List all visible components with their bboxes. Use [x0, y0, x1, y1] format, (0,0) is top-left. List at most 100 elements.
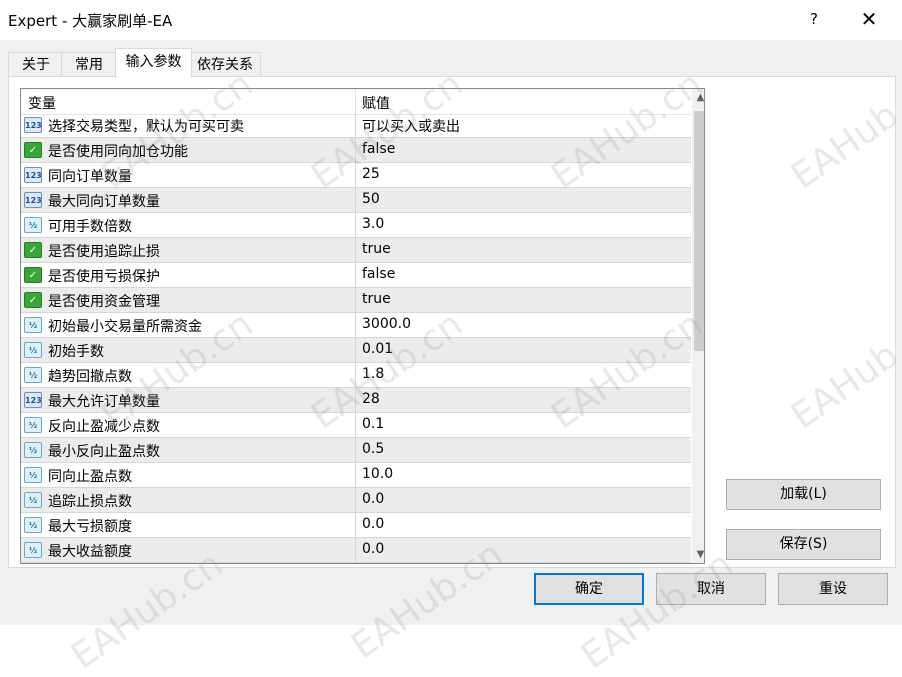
parameter-name: 最大同向订单数量: [48, 194, 160, 210]
parameter-value[interactable]: false: [362, 266, 395, 282]
parameter-name: 同向订单数量: [48, 169, 132, 185]
cell-divider: [355, 463, 356, 488]
help-button[interactable]: ?: [800, 4, 828, 34]
save-button[interactable]: 保存(S): [726, 529, 881, 560]
parameter-value[interactable]: 0.01: [362, 341, 393, 357]
close-button[interactable]: ✕: [852, 4, 886, 34]
parameter-row[interactable]: ½ 可用手数倍数 3.0: [21, 213, 691, 238]
title-bar: Expert - 大赢家刷单-EA ? ✕: [0, 0, 902, 40]
parameter-name: 反向止盈减少点数: [48, 419, 160, 435]
column-divider[interactable]: [355, 89, 356, 114]
cell-divider: [355, 213, 356, 238]
parameter-value[interactable]: 25: [362, 166, 380, 182]
parameter-name: 是否使用资金管理: [48, 294, 160, 310]
tab-inputs[interactable]: 输入参数: [115, 48, 192, 78]
tab-about[interactable]: 关于: [8, 52, 64, 77]
parameter-value[interactable]: false: [362, 141, 395, 157]
parameter-row[interactable]: ½ 同向止盈点数 10.0: [21, 463, 691, 488]
parameter-value[interactable]: true: [362, 241, 391, 257]
tab-dependencies[interactable]: 依存关系: [189, 52, 261, 77]
parameter-name: 追踪止损点数: [48, 494, 132, 510]
load-button[interactable]: 加载(L): [726, 479, 881, 510]
parameter-row[interactable]: ½ 反向止盈减少点数 0.1: [21, 413, 691, 438]
parameter-row[interactable]: ½ 初始手数 0.01: [21, 338, 691, 363]
parameter-row[interactable]: ✓ 是否使用亏损保护 false: [21, 263, 691, 288]
parameter-row[interactable]: 123 选择交易类型，默认为可买可卖 可以买入或卖出: [21, 113, 691, 138]
parameter-value[interactable]: 50: [362, 191, 380, 207]
parameter-name: 最大收益额度: [48, 544, 132, 560]
variable-column-header[interactable]: 变量: [28, 93, 56, 113]
parameter-name: 最大允许订单数量: [48, 394, 160, 410]
parameter-name: 选择交易类型，默认为可买可卖: [48, 119, 244, 135]
bool-icon: ✓: [24, 267, 42, 283]
parameter-name: 是否使用追踪止损: [48, 244, 160, 260]
parameter-row[interactable]: ½ 趋势回撤点数 1.8: [21, 363, 691, 388]
double-icon: ½: [24, 442, 42, 458]
ok-button[interactable]: 确定: [534, 573, 644, 605]
bool-icon: ✓: [24, 142, 42, 158]
parameter-row[interactable]: 123 同向订单数量 25: [21, 163, 691, 188]
cell-divider: [355, 338, 356, 363]
int-icon: 123: [24, 167, 42, 183]
int-icon: 123: [24, 192, 42, 208]
scroll-down-icon[interactable]: ▼: [692, 546, 704, 563]
bool-icon: ✓: [24, 292, 42, 308]
cancel-button[interactable]: 取消: [656, 573, 766, 605]
parameter-row[interactable]: ½ 初始最小交易量所需资金 3000.0: [21, 313, 691, 338]
parameter-row[interactable]: ✓ 是否使用资金管理 true: [21, 288, 691, 313]
cell-divider: [355, 263, 356, 288]
parameter-row[interactable]: ½ 最大收益额度 0.0: [21, 538, 691, 563]
cell-divider: [355, 238, 356, 263]
parameter-row[interactable]: ✓ 是否使用同向加仓功能 false: [21, 138, 691, 163]
parameters-grid: 变量 赋值 123 选择交易类型，默认为可买可卖 可以买入或卖出 ✓ 是否使用同向加仓功…: [20, 88, 705, 564]
parameter-value[interactable]: 0.5: [362, 441, 384, 457]
cell-divider: [355, 438, 356, 463]
parameter-value[interactable]: 0.0: [362, 541, 384, 557]
parameter-name: 最大亏损额度: [48, 519, 132, 535]
double-icon: ½: [24, 542, 42, 558]
int-icon: 123: [24, 392, 42, 408]
cell-divider: [355, 288, 356, 313]
cell-divider: [355, 113, 356, 138]
double-icon: ½: [24, 317, 42, 333]
parameter-value[interactable]: 10.0: [362, 466, 393, 482]
tab-common[interactable]: 常用: [61, 52, 117, 77]
parameter-value[interactable]: 0.0: [362, 491, 384, 507]
vertical-scrollbar[interactable]: ▲ ▼: [692, 89, 704, 563]
cell-divider: [355, 313, 356, 338]
parameter-name: 初始手数: [48, 344, 104, 360]
parameter-value[interactable]: 28: [362, 391, 380, 407]
parameter-rows: 123 选择交易类型，默认为可买可卖 可以买入或卖出 ✓ 是否使用同向加仓功能 false…: [21, 113, 691, 563]
double-icon: ½: [24, 492, 42, 508]
parameter-row[interactable]: ✓ 是否使用追踪止损 true: [21, 238, 691, 263]
parameter-value[interactable]: 可以买入或卖出: [362, 116, 460, 136]
parameter-value[interactable]: 3.0: [362, 216, 384, 232]
parameter-name: 是否使用亏损保护: [48, 269, 160, 285]
parameter-row[interactable]: 123 最大同向订单数量 50: [21, 188, 691, 213]
scroll-up-icon[interactable]: ▲: [692, 89, 704, 106]
parameter-value[interactable]: 3000.0: [362, 316, 411, 332]
inputs-tab-page: 变量 赋值 123 选择交易类型，默认为可买可卖 可以买入或卖出 ✓ 是否使用同向加仓功…: [8, 76, 896, 568]
parameter-value[interactable]: 0.0: [362, 516, 384, 532]
scroll-thumb[interactable]: [694, 111, 704, 351]
parameter-value[interactable]: 0.1: [362, 416, 384, 432]
parameter-value[interactable]: 1.8: [362, 366, 384, 382]
dialog-body: 关于 常用 输入参数 依存关系 变量 赋值 123 选择交易类型，默认为可买可卖 可…: [0, 40, 902, 625]
parameter-value[interactable]: true: [362, 291, 391, 307]
cell-divider: [355, 413, 356, 438]
double-icon: ½: [24, 217, 42, 233]
cell-divider: [355, 188, 356, 213]
double-icon: ½: [24, 367, 42, 383]
value-column-header[interactable]: 赋值: [362, 93, 390, 113]
double-icon: ½: [24, 467, 42, 483]
parameter-row[interactable]: ½ 最大亏损额度 0.0: [21, 513, 691, 538]
grid-header: 变量 赋值: [21, 89, 691, 115]
parameter-row[interactable]: 123 最大允许订单数量 28: [21, 388, 691, 413]
parameter-row[interactable]: ½ 最小反向止盈点数 0.5: [21, 438, 691, 463]
parameter-name: 是否使用同向加仓功能: [48, 144, 188, 160]
reset-button[interactable]: 重设: [778, 573, 888, 605]
cell-divider: [355, 163, 356, 188]
cell-divider: [355, 138, 356, 163]
cell-divider: [355, 513, 356, 538]
parameter-row[interactable]: ½ 追踪止损点数 0.0: [21, 488, 691, 513]
